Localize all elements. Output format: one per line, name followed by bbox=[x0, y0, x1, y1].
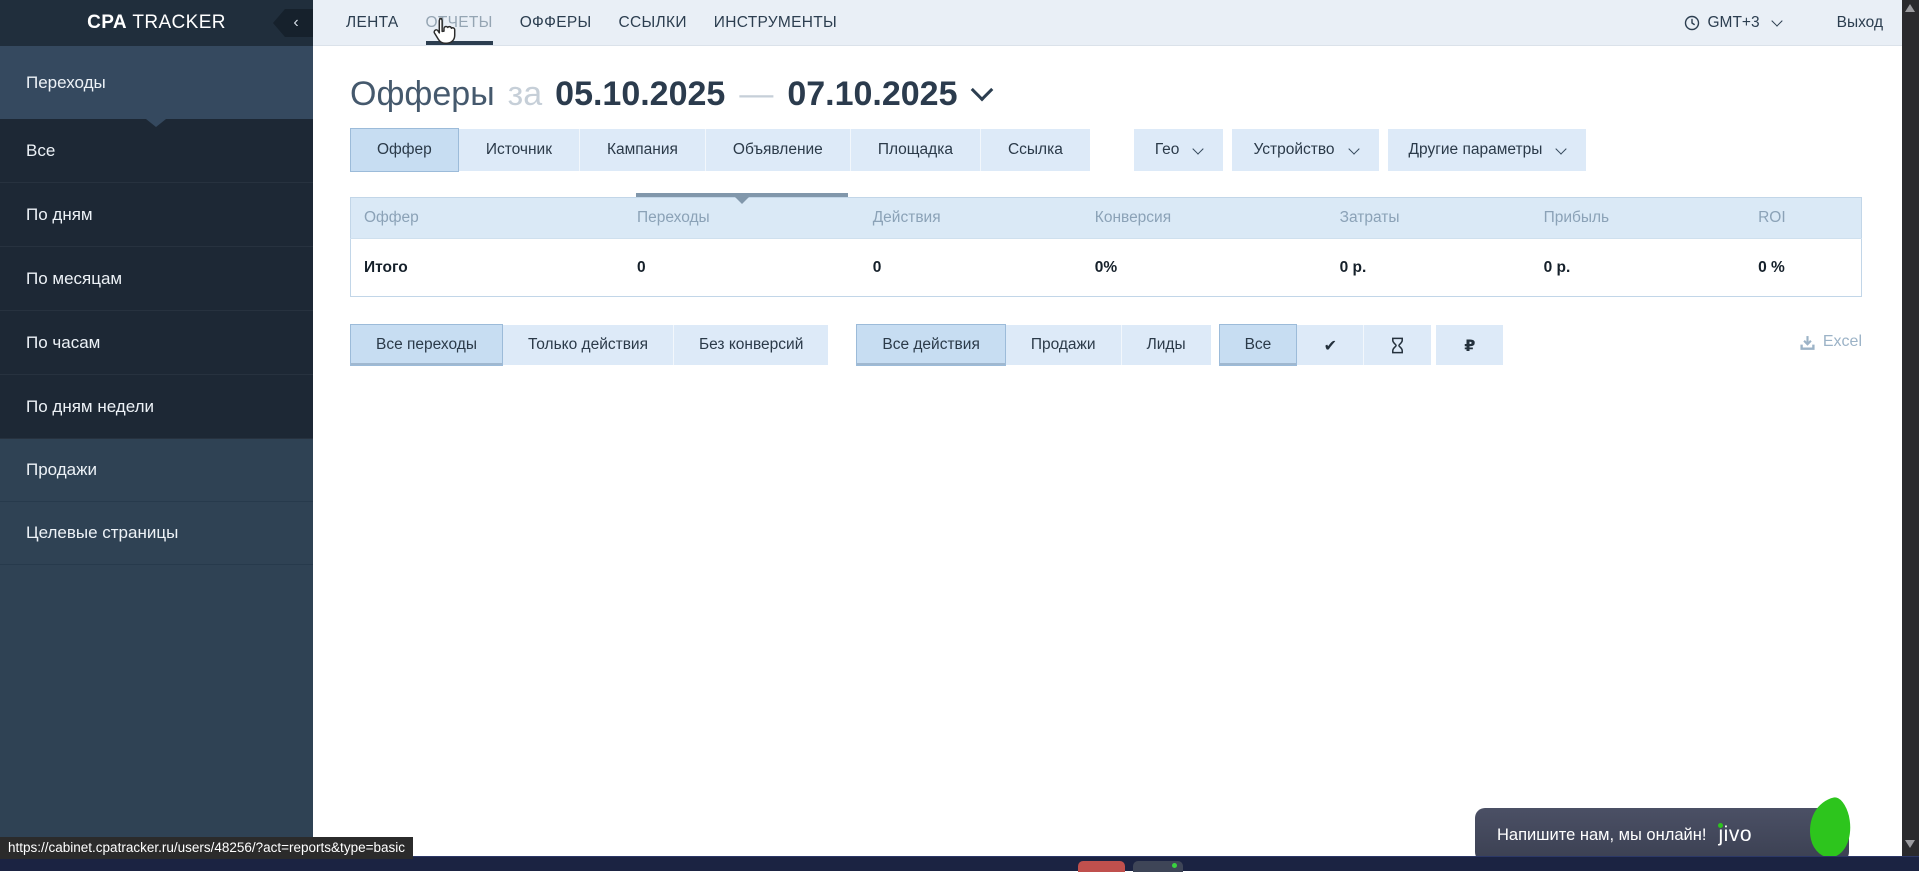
tab-link[interactable]: Ссылка bbox=[981, 129, 1090, 171]
traffic-filter-group: Все переходы Только действия Без конверс… bbox=[350, 324, 828, 366]
column-header-actions[interactable]: Действия bbox=[860, 198, 1082, 239]
filter-status-all[interactable]: Все bbox=[1219, 324, 1298, 366]
chevron-down-icon bbox=[1193, 143, 1204, 154]
app-logo[interactable]: CPA TRACKER bbox=[87, 12, 226, 34]
chevron-down-icon bbox=[1348, 143, 1359, 154]
nav-item-links[interactable]: ССЫЛКИ bbox=[619, 0, 687, 45]
check-icon: ✔ bbox=[1324, 336, 1337, 355]
sidebar-collapse-button[interactable]: ‹ bbox=[273, 9, 313, 37]
sidebar-section-transitions[interactable]: Переходы bbox=[0, 46, 313, 119]
status-url-tooltip: https://cabinet.cpatracker.ru/users/4825… bbox=[0, 837, 413, 859]
dimension-dropdowns: Гео Устройство Другие параметры bbox=[1134, 129, 1587, 171]
ruble-icon: ₽ bbox=[1464, 336, 1475, 355]
actions-filter-group: Все действия Продажи Лиды bbox=[856, 324, 1210, 366]
chevron-left-icon: ‹ bbox=[293, 14, 298, 32]
sidebar-item-by-hours[interactable]: По часам bbox=[0, 311, 313, 375]
filter-no-conversions[interactable]: Без конверсий bbox=[674, 325, 828, 365]
sidebar: CPA TRACKER ‹ Переходы Все По дням По ме… bbox=[0, 0, 313, 856]
status-filter-group: Все ✔ bbox=[1219, 324, 1432, 366]
taskbar-item-gray[interactable] bbox=[1133, 861, 1183, 872]
filter-all-actions[interactable]: Все действия bbox=[856, 324, 1005, 366]
tab-placement[interactable]: Площадка bbox=[851, 129, 981, 171]
filter-sales[interactable]: Продажи bbox=[1006, 325, 1122, 365]
report-table-wrap: Оффер Переходы Действия Конверсия Затрат… bbox=[350, 197, 1862, 297]
report-heading: Офферы за 05.10.2025 — 07.10.2025 bbox=[350, 75, 1862, 114]
jivo-logo: jivo bbox=[1718, 823, 1752, 847]
date-range-toggle-icon[interactable] bbox=[970, 78, 993, 101]
geo-dropdown[interactable]: Гео bbox=[1134, 129, 1224, 171]
sidebar-item-all[interactable]: Все bbox=[0, 119, 313, 183]
column-header-offer[interactable]: Оффер bbox=[351, 198, 624, 239]
clock-icon bbox=[1684, 15, 1700, 31]
chat-widget[interactable]: Напишите нам, мы онлайн! jivo bbox=[1475, 808, 1849, 862]
dimension-tabs: Оффер Источник Кампания Объявление Площа… bbox=[350, 129, 1090, 171]
totals-transitions: 0 bbox=[624, 239, 860, 297]
sidebar-submenu: Все По дням По месяцам По часам По дням … bbox=[0, 119, 313, 439]
totals-label: Итого bbox=[351, 239, 624, 297]
filter-all-transitions[interactable]: Все переходы bbox=[350, 324, 503, 366]
totals-row: Итого 0 0 0% 0 р. 0 р. 0 % bbox=[351, 239, 1862, 297]
page-title: Офферы bbox=[350, 75, 495, 114]
totals-costs: 0 р. bbox=[1327, 239, 1531, 297]
totals-profit: 0 р. bbox=[1531, 239, 1746, 297]
totals-conversion: 0% bbox=[1082, 239, 1327, 297]
tab-source[interactable]: Источник bbox=[459, 129, 580, 171]
filter-only-actions[interactable]: Только действия bbox=[503, 325, 674, 365]
timezone-selector[interactable]: GMT+3 bbox=[1684, 14, 1781, 32]
date-from[interactable]: 05.10.2025 bbox=[555, 75, 725, 114]
sidebar-item-by-weekdays[interactable]: По дням недели bbox=[0, 375, 313, 439]
main-content: Офферы за 05.10.2025 — 07.10.2025 Оффер … bbox=[313, 47, 1902, 366]
sidebar-section-sales[interactable]: Продажи bbox=[0, 439, 313, 502]
report-table: Оффер Переходы Действия Конверсия Затрат… bbox=[350, 197, 1862, 297]
sidebar-item-by-months[interactable]: По месяцам bbox=[0, 247, 313, 311]
filter-ruble-button[interactable]: ₽ bbox=[1436, 325, 1503, 365]
table-header-row: Оффер Переходы Действия Конверсия Затрат… bbox=[351, 198, 1862, 239]
currency-filter-group: ₽ bbox=[1436, 324, 1503, 365]
date-preposition: за bbox=[508, 75, 543, 114]
jivo-leaf-icon bbox=[1803, 795, 1856, 860]
chat-message: Напишите нам, мы онлайн! bbox=[1497, 826, 1706, 845]
nav-item-feed[interactable]: ЛЕНТА bbox=[346, 0, 399, 45]
download-icon bbox=[1800, 335, 1815, 350]
date-to[interactable]: 07.10.2025 bbox=[787, 75, 957, 114]
sidebar-section-landing-pages[interactable]: Целевые страницы bbox=[0, 502, 313, 565]
other-params-dropdown[interactable]: Другие параметры bbox=[1388, 129, 1587, 171]
dimension-row: Оффер Источник Кампания Объявление Площа… bbox=[350, 129, 1862, 171]
sidebar-item-by-days[interactable]: По дням bbox=[0, 183, 313, 247]
chevron-down-icon bbox=[1556, 143, 1567, 154]
logo-bar: CPA TRACKER ‹ bbox=[0, 0, 313, 46]
scroll-up-arrow-icon[interactable] bbox=[1905, 4, 1915, 12]
filter-row: Все переходы Только действия Без конверс… bbox=[350, 324, 1862, 366]
top-navigation: ЛЕНТА ОТЧЕТЫ ОФФЕРЫ ССЫЛКИ ИНСТРУМЕНТЫ bbox=[346, 0, 837, 45]
filter-approved-button[interactable]: ✔ bbox=[1297, 325, 1364, 365]
filter-pending-button[interactable] bbox=[1364, 325, 1431, 365]
column-header-profit[interactable]: Прибыль bbox=[1531, 198, 1746, 239]
nav-item-reports[interactable]: ОТЧЕТЫ bbox=[426, 0, 493, 45]
tab-offer[interactable]: Оффер bbox=[350, 128, 459, 172]
chevron-down-icon bbox=[1771, 15, 1782, 26]
column-header-roi[interactable]: ROI bbox=[1745, 198, 1861, 239]
totals-roi: 0 % bbox=[1745, 239, 1861, 297]
taskbar-item-red[interactable] bbox=[1078, 861, 1125, 872]
column-header-costs[interactable]: Затраты bbox=[1327, 198, 1531, 239]
tab-ad[interactable]: Объявление bbox=[706, 129, 851, 171]
filter-leads[interactable]: Лиды bbox=[1122, 325, 1211, 365]
logout-link[interactable]: Выход bbox=[1837, 14, 1883, 32]
hourglass-icon bbox=[1390, 337, 1405, 354]
nav-item-tools[interactable]: ИНСТРУМЕНТЫ bbox=[714, 0, 837, 45]
device-dropdown[interactable]: Устройство bbox=[1232, 129, 1378, 171]
vertical-scrollbar[interactable] bbox=[1902, 0, 1919, 856]
nav-item-offers[interactable]: ОФФЕРЫ bbox=[520, 0, 592, 45]
topbar: ЛЕНТА ОТЧЕТЫ ОФФЕРЫ ССЫЛКИ ИНСТРУМЕНТЫ G… bbox=[313, 0, 1902, 46]
export-excel-link[interactable]: Excel bbox=[1800, 333, 1862, 351]
column-header-conversion[interactable]: Конверсия bbox=[1082, 198, 1327, 239]
tab-campaign[interactable]: Кампания bbox=[580, 129, 706, 171]
scroll-down-arrow-icon[interactable] bbox=[1905, 840, 1915, 848]
date-dash: — bbox=[739, 75, 773, 114]
totals-actions: 0 bbox=[860, 239, 1082, 297]
topbar-right: GMT+3 Выход bbox=[1684, 14, 1884, 32]
sort-indicator bbox=[636, 193, 848, 197]
